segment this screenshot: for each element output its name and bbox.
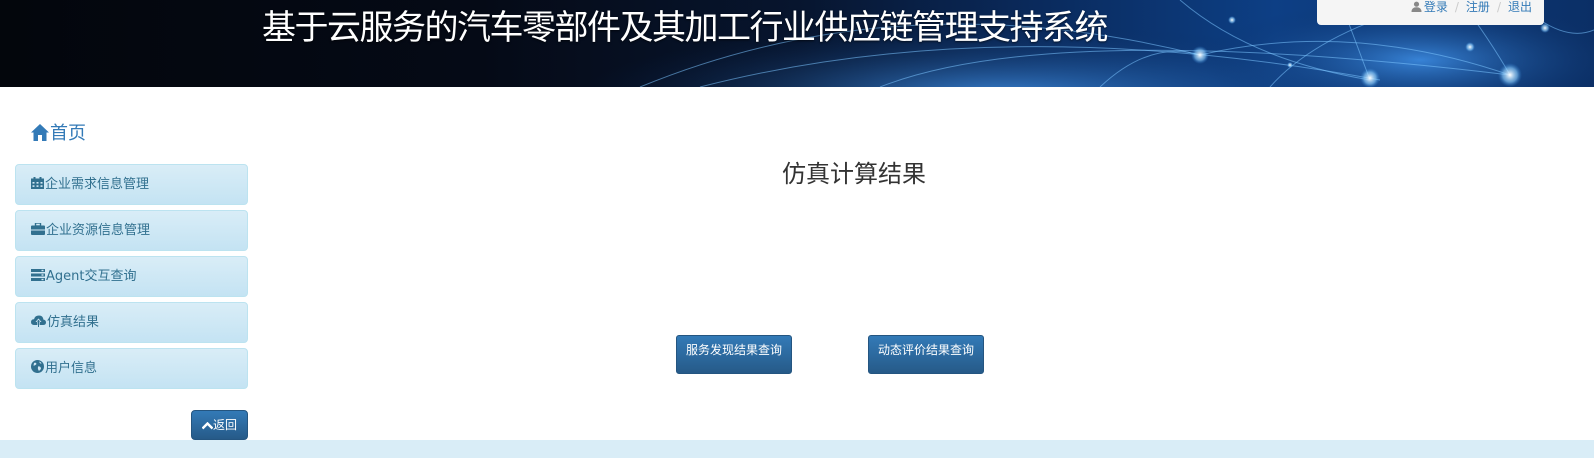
login-link[interactable]: 登录 [1424, 0, 1448, 14]
dynamic-evaluation-query-button[interactable]: 动态评价结果查询 [868, 335, 984, 374]
sidebar-item-label: 用户信息 [45, 361, 98, 376]
sidebar-item-resource[interactable]: 企业资源信息管理 [15, 210, 248, 251]
cloud-upload-icon [31, 315, 46, 327]
briefcase-icon [31, 222, 45, 235]
sidebar-item-demand[interactable]: 企业需求信息管理 [15, 164, 248, 205]
service-discovery-query-button[interactable]: 服务发现结果查询 [676, 335, 792, 374]
home-label: 首页 [50, 123, 86, 144]
register-link[interactable]: 注册 [1466, 0, 1490, 14]
logout-link[interactable]: 退出 [1508, 0, 1532, 14]
globe-icon [31, 360, 44, 373]
sidebar-item-label: 企业资源信息管理 [46, 223, 151, 238]
separator: / [1454, 0, 1459, 14]
home-link[interactable]: 首页 [31, 122, 86, 146]
back-button[interactable]: 返回 [191, 410, 248, 440]
user-icon [1411, 1, 1422, 12]
separator: / [1496, 0, 1501, 14]
footer-strip [0, 440, 1594, 458]
sidebar-item-agent-query[interactable]: Agent交互查询 [15, 256, 248, 297]
list-icon [31, 269, 45, 281]
sidebar-item-label: Agent交互查询 [46, 269, 137, 284]
sidebar-item-simulation[interactable]: 仿真结果 [15, 302, 248, 343]
account-nav: 登录 / 注册 / 退出 [1317, 0, 1544, 25]
sidebar-item-label: 企业需求信息管理 [45, 177, 150, 192]
page-title: 仿真计算结果 [782, 160, 926, 188]
sidebar-item-user-info[interactable]: 用户信息 [15, 348, 248, 389]
system-title: 基于云服务的汽车零部件及其加工行业供应链管理支持系统 [262, 8, 1109, 48]
home-icon [31, 124, 49, 141]
back-label: 返回 [212, 418, 237, 432]
calendar-icon [31, 177, 44, 189]
sidebar-item-label: 仿真结果 [47, 315, 100, 330]
chevron-up-icon [201, 421, 214, 430]
